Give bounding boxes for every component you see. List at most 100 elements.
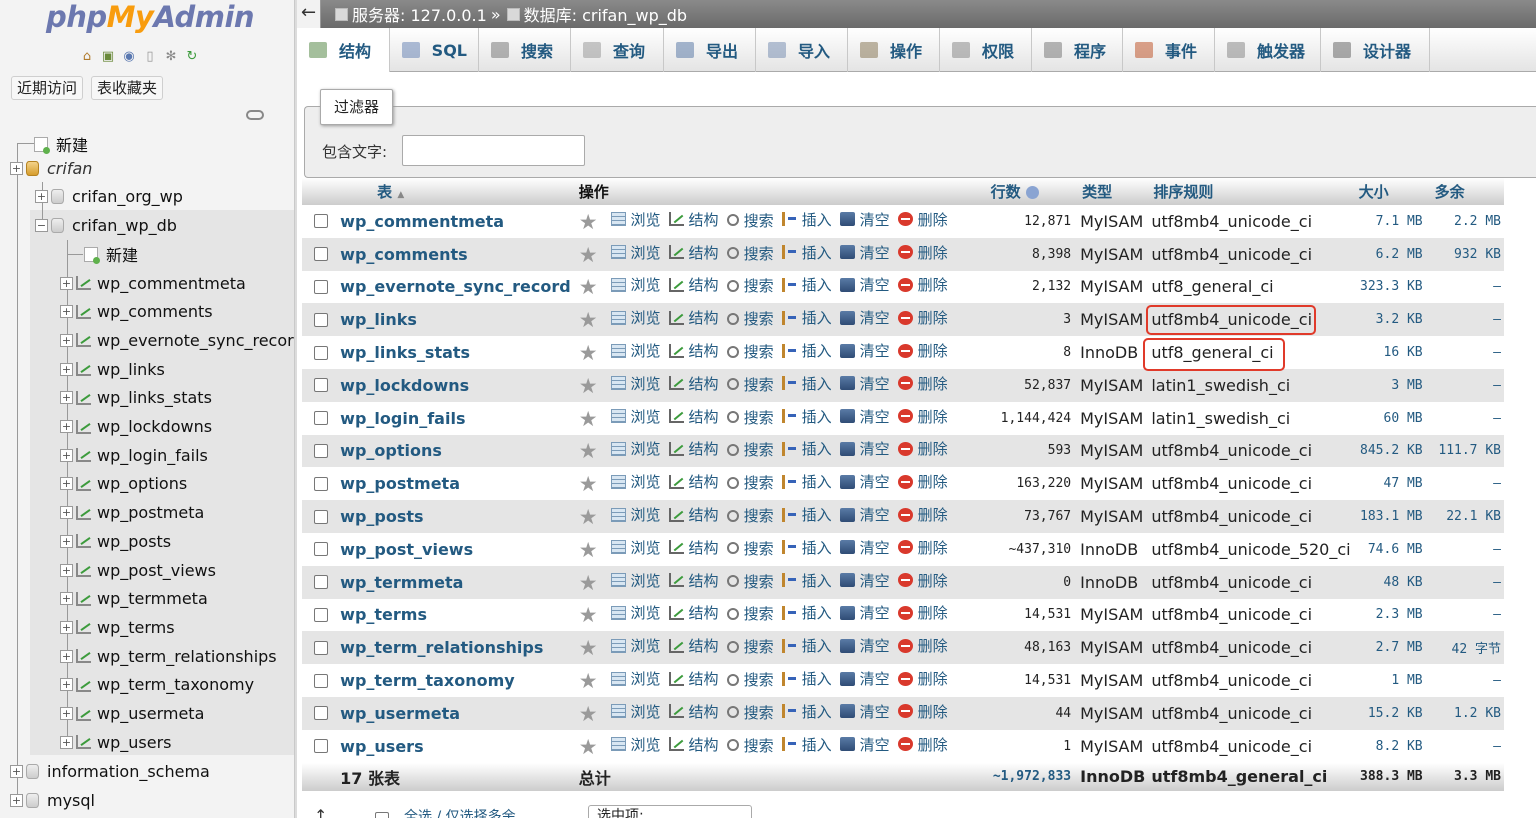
overhead-value[interactable]: – bbox=[1426, 729, 1504, 763]
drop-action[interactable]: 删除 bbox=[897, 668, 948, 689]
tree-table-item[interactable]: + wp_terms bbox=[60, 613, 175, 641]
table-name-link[interactable]: wp_links bbox=[334, 303, 571, 337]
empty-action[interactable]: 清空 bbox=[839, 602, 890, 623]
favorites-button[interactable]: 表收藏夹 bbox=[91, 76, 164, 100]
insert-action[interactable]: 插入 bbox=[781, 340, 832, 361]
browse-action[interactable]: 浏览 bbox=[610, 668, 661, 689]
table-name-link[interactable]: wp_commentmeta bbox=[334, 205, 571, 238]
tree-server-db[interactable]: + crifan bbox=[10, 154, 92, 182]
browse-action[interactable]: 浏览 bbox=[610, 504, 661, 525]
tree-table-item[interactable]: + wp_links_stats bbox=[60, 384, 212, 412]
tree-table-item[interactable]: + wp_term_taxonomy bbox=[60, 671, 254, 699]
home-icon[interactable]: ⌂ bbox=[78, 47, 96, 65]
search-action[interactable]: 搜索 bbox=[726, 439, 774, 460]
table-name-link[interactable]: wp_users bbox=[334, 729, 571, 763]
table-name-link[interactable]: wp_posts bbox=[334, 500, 571, 533]
phpmyadmin-logo[interactable]: phpMyAdmin bbox=[46, 0, 255, 34]
browse-action[interactable]: 浏览 bbox=[610, 701, 661, 722]
check-all-link[interactable]: 全选 / 仅选择多余 bbox=[404, 806, 516, 818]
overhead-value[interactable]: – bbox=[1426, 336, 1504, 369]
tree-table-item[interactable]: + wp_usermeta bbox=[60, 700, 204, 728]
table-size-link[interactable]: 48 KB bbox=[1350, 565, 1427, 599]
back-arrow-icon[interactable]: ← bbox=[297, 0, 321, 28]
browse-action[interactable]: 浏览 bbox=[610, 438, 661, 459]
favorite-star-icon[interactable]: ★ bbox=[579, 505, 598, 529]
search-action[interactable]: 搜索 bbox=[726, 243, 774, 264]
tree-table-item[interactable]: + wp_users bbox=[60, 728, 171, 756]
row-checkbox[interactable] bbox=[314, 542, 328, 557]
collapse-icon[interactable]: − bbox=[35, 218, 48, 232]
overhead-value[interactable]: 42 字节 bbox=[1426, 631, 1504, 665]
favorite-star-icon[interactable]: ★ bbox=[579, 308, 598, 332]
tree-table-item[interactable]: + wp_commentmeta bbox=[60, 269, 246, 297]
browse-action[interactable]: 浏览 bbox=[610, 307, 661, 328]
overhead-value[interactable]: – bbox=[1426, 270, 1504, 304]
insert-action[interactable]: 插入 bbox=[781, 307, 832, 328]
structure-action[interactable]: 结构 bbox=[668, 537, 719, 558]
drop-action[interactable]: 删除 bbox=[897, 734, 948, 755]
table-name-link[interactable]: wp_comments bbox=[334, 237, 571, 271]
nav-resizer[interactable] bbox=[294, 0, 297, 818]
drop-action[interactable]: 删除 bbox=[897, 635, 948, 656]
tab-privileges[interactable]: 权限 bbox=[940, 28, 1032, 72]
row-checkbox[interactable] bbox=[314, 247, 328, 262]
structure-action[interactable]: 结构 bbox=[668, 340, 719, 361]
drop-action[interactable]: 删除 bbox=[897, 504, 948, 525]
insert-action[interactable]: 插入 bbox=[781, 373, 832, 394]
tree-table-item[interactable]: + wp_termmeta bbox=[60, 585, 208, 613]
favorite-star-icon[interactable]: ★ bbox=[579, 735, 598, 759]
empty-action[interactable]: 清空 bbox=[839, 668, 890, 689]
table-size-link[interactable]: 1 MB bbox=[1350, 664, 1427, 697]
favorite-star-icon[interactable]: ★ bbox=[579, 603, 598, 627]
table-size-link[interactable]: 8.2 KB bbox=[1350, 729, 1427, 763]
insert-action[interactable]: 插入 bbox=[781, 570, 832, 591]
insert-action[interactable]: 插入 bbox=[781, 274, 832, 295]
header-type[interactable]: 类型 bbox=[1074, 178, 1146, 205]
row-checkbox[interactable] bbox=[314, 706, 328, 721]
header-collation[interactable]: 排序规则 bbox=[1145, 178, 1351, 205]
browse-action[interactable]: 浏览 bbox=[610, 471, 661, 492]
with-selected-select[interactable]: 选中项: bbox=[588, 805, 752, 818]
tab-sql[interactable]: SQL bbox=[390, 28, 479, 72]
search-action[interactable]: 搜索 bbox=[726, 472, 774, 493]
table-name-link[interactable]: wp_terms bbox=[334, 598, 571, 632]
tree-table-item[interactable]: + wp_comments bbox=[60, 298, 213, 326]
expand-icon[interactable]: + bbox=[60, 678, 73, 692]
table-name-link[interactable]: wp_term_relationships bbox=[334, 631, 571, 665]
search-action[interactable]: 搜索 bbox=[726, 308, 774, 329]
tree-table-item[interactable]: + wp_login_fails bbox=[60, 441, 208, 469]
favorite-star-icon[interactable]: ★ bbox=[579, 243, 598, 267]
table-size-link[interactable]: 323.3 KB bbox=[1350, 270, 1427, 304]
expand-icon[interactable]: + bbox=[60, 420, 73, 433]
table-size-link[interactable]: 183.1 MB bbox=[1350, 500, 1427, 533]
search-action[interactable]: 搜索 bbox=[726, 210, 774, 231]
empty-action[interactable]: 清空 bbox=[839, 307, 890, 328]
expand-icon[interactable]: + bbox=[60, 391, 73, 405]
settings-icon[interactable]: ✻ bbox=[162, 47, 180, 65]
insert-action[interactable]: 插入 bbox=[781, 504, 832, 525]
expand-icon[interactable]: + bbox=[60, 735, 73, 749]
drop-action[interactable]: 删除 bbox=[897, 570, 948, 591]
header-overhead[interactable]: 多余 bbox=[1426, 178, 1504, 205]
favorite-star-icon[interactable]: ★ bbox=[579, 439, 598, 463]
structure-action[interactable]: 结构 bbox=[668, 471, 719, 492]
docs-icon[interactable]: ▯ bbox=[141, 47, 159, 65]
insert-action[interactable]: 插入 bbox=[781, 734, 832, 755]
empty-action[interactable]: 清空 bbox=[839, 242, 890, 263]
expand-icon[interactable]: + bbox=[60, 563, 73, 577]
favorite-star-icon[interactable]: ★ bbox=[579, 636, 598, 660]
tab-triggers[interactable]: 触发器 bbox=[1215, 28, 1321, 72]
insert-action[interactable]: 插入 bbox=[781, 537, 832, 558]
insert-action[interactable]: 插入 bbox=[781, 438, 832, 459]
insert-action[interactable]: 插入 bbox=[781, 406, 832, 427]
drop-action[interactable]: 删除 bbox=[897, 602, 948, 623]
row-checkbox[interactable] bbox=[314, 640, 328, 655]
search-action[interactable]: 搜索 bbox=[726, 571, 774, 592]
empty-action[interactable]: 清空 bbox=[839, 734, 890, 755]
search-action[interactable]: 搜索 bbox=[726, 407, 774, 428]
expand-icon[interactable]: + bbox=[60, 649, 73, 663]
row-checkbox[interactable] bbox=[314, 673, 328, 688]
table-name-link[interactable]: wp_post_views bbox=[334, 532, 571, 566]
search-action[interactable]: 搜索 bbox=[726, 538, 774, 559]
tree-table-item[interactable]: + wp_post_views bbox=[60, 556, 216, 584]
